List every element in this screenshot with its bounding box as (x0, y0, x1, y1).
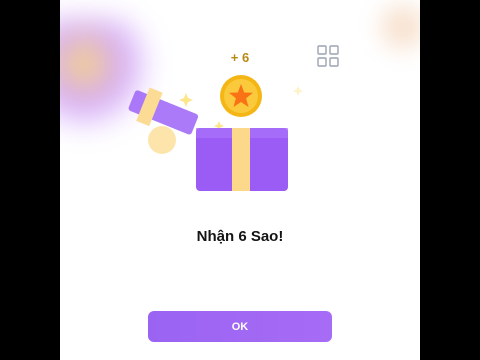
gift-lid (128, 87, 199, 154)
sparkle-icon (179, 93, 193, 107)
sparkle-icon (293, 86, 303, 96)
reward-screen: + 6 Nhận 6 Sao! OK (60, 0, 420, 360)
reward-amount-label: + 6 (230, 50, 250, 65)
gift-box-icon (196, 128, 288, 191)
grid-menu-icon[interactable] (316, 44, 340, 68)
star-coin-icon (220, 75, 262, 117)
reward-message: Nhận 6 Sao! (196, 228, 284, 245)
ok-button[interactable]: OK (148, 311, 332, 342)
